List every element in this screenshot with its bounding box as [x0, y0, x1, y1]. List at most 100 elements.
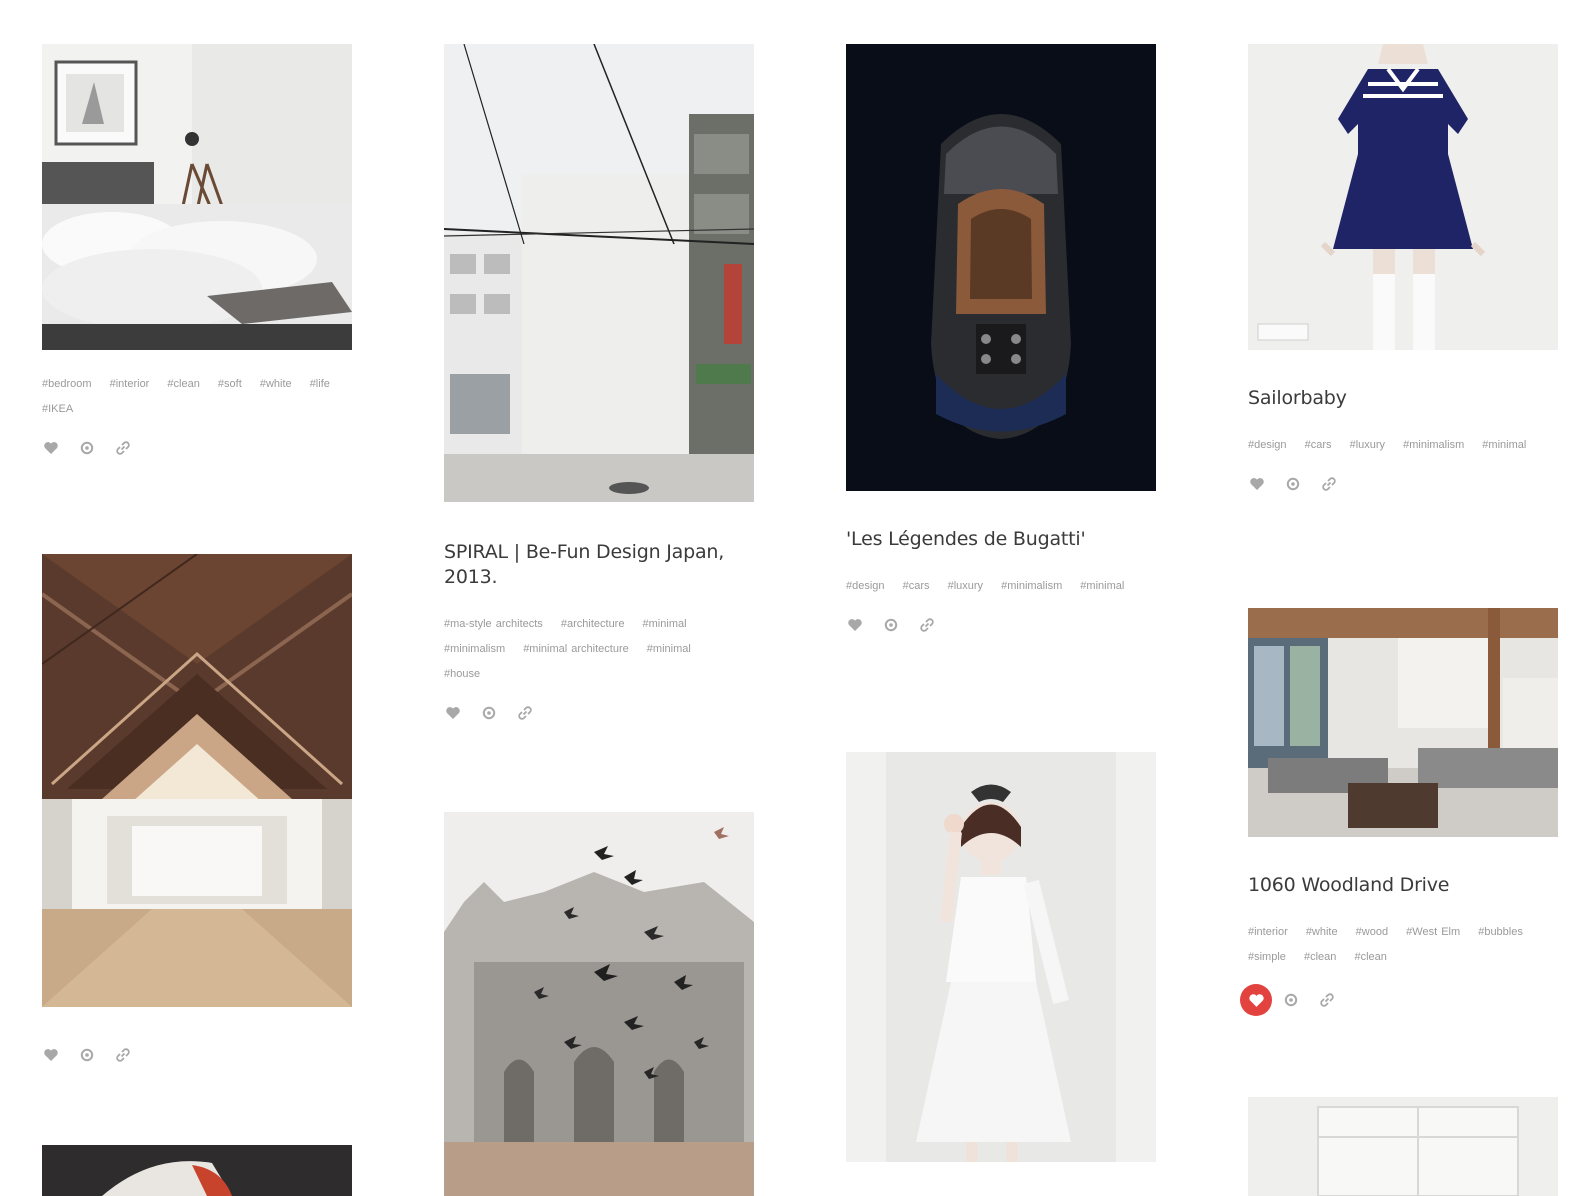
tag[interactable]: #minimal architecture	[523, 643, 629, 655]
view-button[interactable]	[1284, 475, 1302, 493]
post-title[interactable]: SPIRAL | Be-Fun Design Japan, 2013.	[444, 540, 754, 590]
link-icon	[1322, 477, 1336, 491]
post-tags: #design #cars #luxury #minimalism #minim…	[846, 574, 1156, 599]
post-image-church-birds[interactable]	[444, 812, 754, 1196]
permalink-button[interactable]	[1320, 475, 1338, 493]
post-image-spiral[interactable]	[444, 44, 754, 502]
link-icon	[518, 706, 532, 720]
post-image-woodland[interactable]	[1248, 608, 1558, 837]
like-button[interactable]	[42, 1046, 60, 1064]
tag[interactable]: #bubbles	[1478, 926, 1523, 938]
post-image-sailorbaby[interactable]	[1248, 44, 1558, 350]
eye-icon	[80, 441, 94, 455]
tag[interactable]: #architecture	[561, 618, 625, 630]
tag[interactable]: #wood	[1356, 926, 1388, 938]
tag[interactable]: #West Elm	[1406, 926, 1460, 938]
post-tags: #design #cars #luxury #minimalism #minim…	[1248, 433, 1558, 458]
tag[interactable]: #minimal	[643, 618, 687, 630]
tag[interactable]: #life	[310, 378, 330, 390]
post-card-sailorbaby: Sailorbaby #design #cars #luxury #minima…	[1248, 44, 1558, 494]
view-button[interactable]	[78, 1046, 96, 1064]
view-button[interactable]	[480, 704, 498, 722]
tag[interactable]: #minimalism	[1403, 439, 1464, 451]
like-button[interactable]	[846, 616, 864, 634]
tag[interactable]: #clean	[1304, 951, 1336, 963]
tag[interactable]: #luxury	[1350, 439, 1385, 451]
tag[interactable]: #interior	[110, 378, 150, 390]
heart-icon	[1248, 993, 1264, 1007]
like-button[interactable]	[444, 704, 462, 722]
tag[interactable]: #minimalism	[444, 643, 505, 655]
post-actions	[42, 1045, 352, 1065]
link-icon	[116, 441, 130, 455]
like-button-active[interactable]	[1240, 984, 1272, 1016]
eye-icon	[1284, 993, 1298, 1007]
post-actions	[846, 615, 1156, 635]
link-icon	[920, 618, 934, 632]
view-button[interactable]	[78, 439, 96, 457]
post-card-church-birds	[444, 812, 754, 1196]
tag[interactable]: #design	[846, 580, 885, 592]
permalink-button[interactable]	[516, 704, 534, 722]
post-card-spiral: SPIRAL | Be-Fun Design Japan, 2013. #ma-…	[444, 44, 754, 723]
post-tags: #interior #white #wood #West Elm #bubble…	[1248, 920, 1558, 970]
post-actions	[42, 438, 352, 458]
tag[interactable]: #minimal	[1482, 439, 1526, 451]
post-image-white-room[interactable]	[1248, 1097, 1558, 1196]
link-icon	[1320, 993, 1334, 1007]
tag[interactable]: #bedroom	[42, 378, 92, 390]
view-button[interactable]	[882, 616, 900, 634]
tag[interactable]: #simple	[1248, 951, 1286, 963]
tag[interactable]: #design	[1248, 439, 1287, 451]
heart-icon	[44, 1049, 58, 1061]
post-title[interactable]: Sailorbaby	[1248, 386, 1558, 411]
tag[interactable]: #interior	[1248, 926, 1288, 938]
post-card-object-dark	[42, 1145, 352, 1196]
tag[interactable]: #white	[260, 378, 292, 390]
tag[interactable]: #ma-style architects	[444, 618, 543, 630]
tag[interactable]: #house	[444, 668, 480, 680]
heart-icon	[44, 442, 58, 454]
post-image-girl-white-dress[interactable]	[846, 752, 1156, 1162]
permalink-button[interactable]	[1318, 991, 1336, 1009]
heart-icon	[848, 619, 862, 631]
post-actions	[444, 703, 754, 723]
post-image-bedroom[interactable]	[42, 44, 352, 350]
eye-icon	[80, 1048, 94, 1062]
tag[interactable]: #clean	[167, 378, 199, 390]
tag[interactable]: #white	[1306, 926, 1338, 938]
post-card-house-roof	[42, 554, 352, 1065]
post-tags: #ma-style architects #architecture #mini…	[444, 612, 754, 687]
post-tags: #bedroom #interior #clean #soft #white #…	[42, 372, 352, 422]
tag[interactable]: #IKEA	[42, 403, 73, 415]
tag[interactable]: #minimal	[1080, 580, 1124, 592]
post-image-house-roof[interactable]	[42, 554, 352, 1007]
permalink-button[interactable]	[114, 1046, 132, 1064]
permalink-button[interactable]	[918, 616, 936, 634]
post-image-object-dark[interactable]	[42, 1145, 352, 1196]
post-card-woodland: 1060 Woodland Drive #interior #white #wo…	[1240, 608, 1558, 1016]
post-card-bedroom: #bedroom #interior #clean #soft #white #…	[42, 44, 352, 458]
tag[interactable]: #clean	[1354, 951, 1386, 963]
post-card-white-room	[1248, 1097, 1558, 1196]
post-title[interactable]: 1060 Woodland Drive	[1248, 873, 1558, 898]
post-actions	[1248, 474, 1558, 494]
tag[interactable]: #cars	[1305, 439, 1332, 451]
permalink-button[interactable]	[114, 439, 132, 457]
view-button[interactable]	[1282, 991, 1300, 1009]
tag[interactable]: #minimal	[647, 643, 691, 655]
tag[interactable]: #soft	[218, 378, 242, 390]
like-button[interactable]	[1248, 475, 1266, 493]
tag[interactable]: #minimalism	[1001, 580, 1062, 592]
link-icon	[116, 1048, 130, 1062]
post-title[interactable]: 'Les Légendes de Bugatti'	[846, 527, 1156, 552]
eye-icon	[482, 706, 496, 720]
eye-icon	[1286, 477, 1300, 491]
like-button[interactable]	[42, 439, 60, 457]
post-card-bugatti: 'Les Légendes de Bugatti' #design #cars …	[846, 44, 1156, 635]
tag[interactable]: #luxury	[948, 580, 983, 592]
tag[interactable]: #cars	[903, 580, 930, 592]
post-image-bugatti[interactable]	[846, 44, 1156, 491]
heart-icon	[446, 707, 460, 719]
heart-icon	[1250, 478, 1264, 490]
